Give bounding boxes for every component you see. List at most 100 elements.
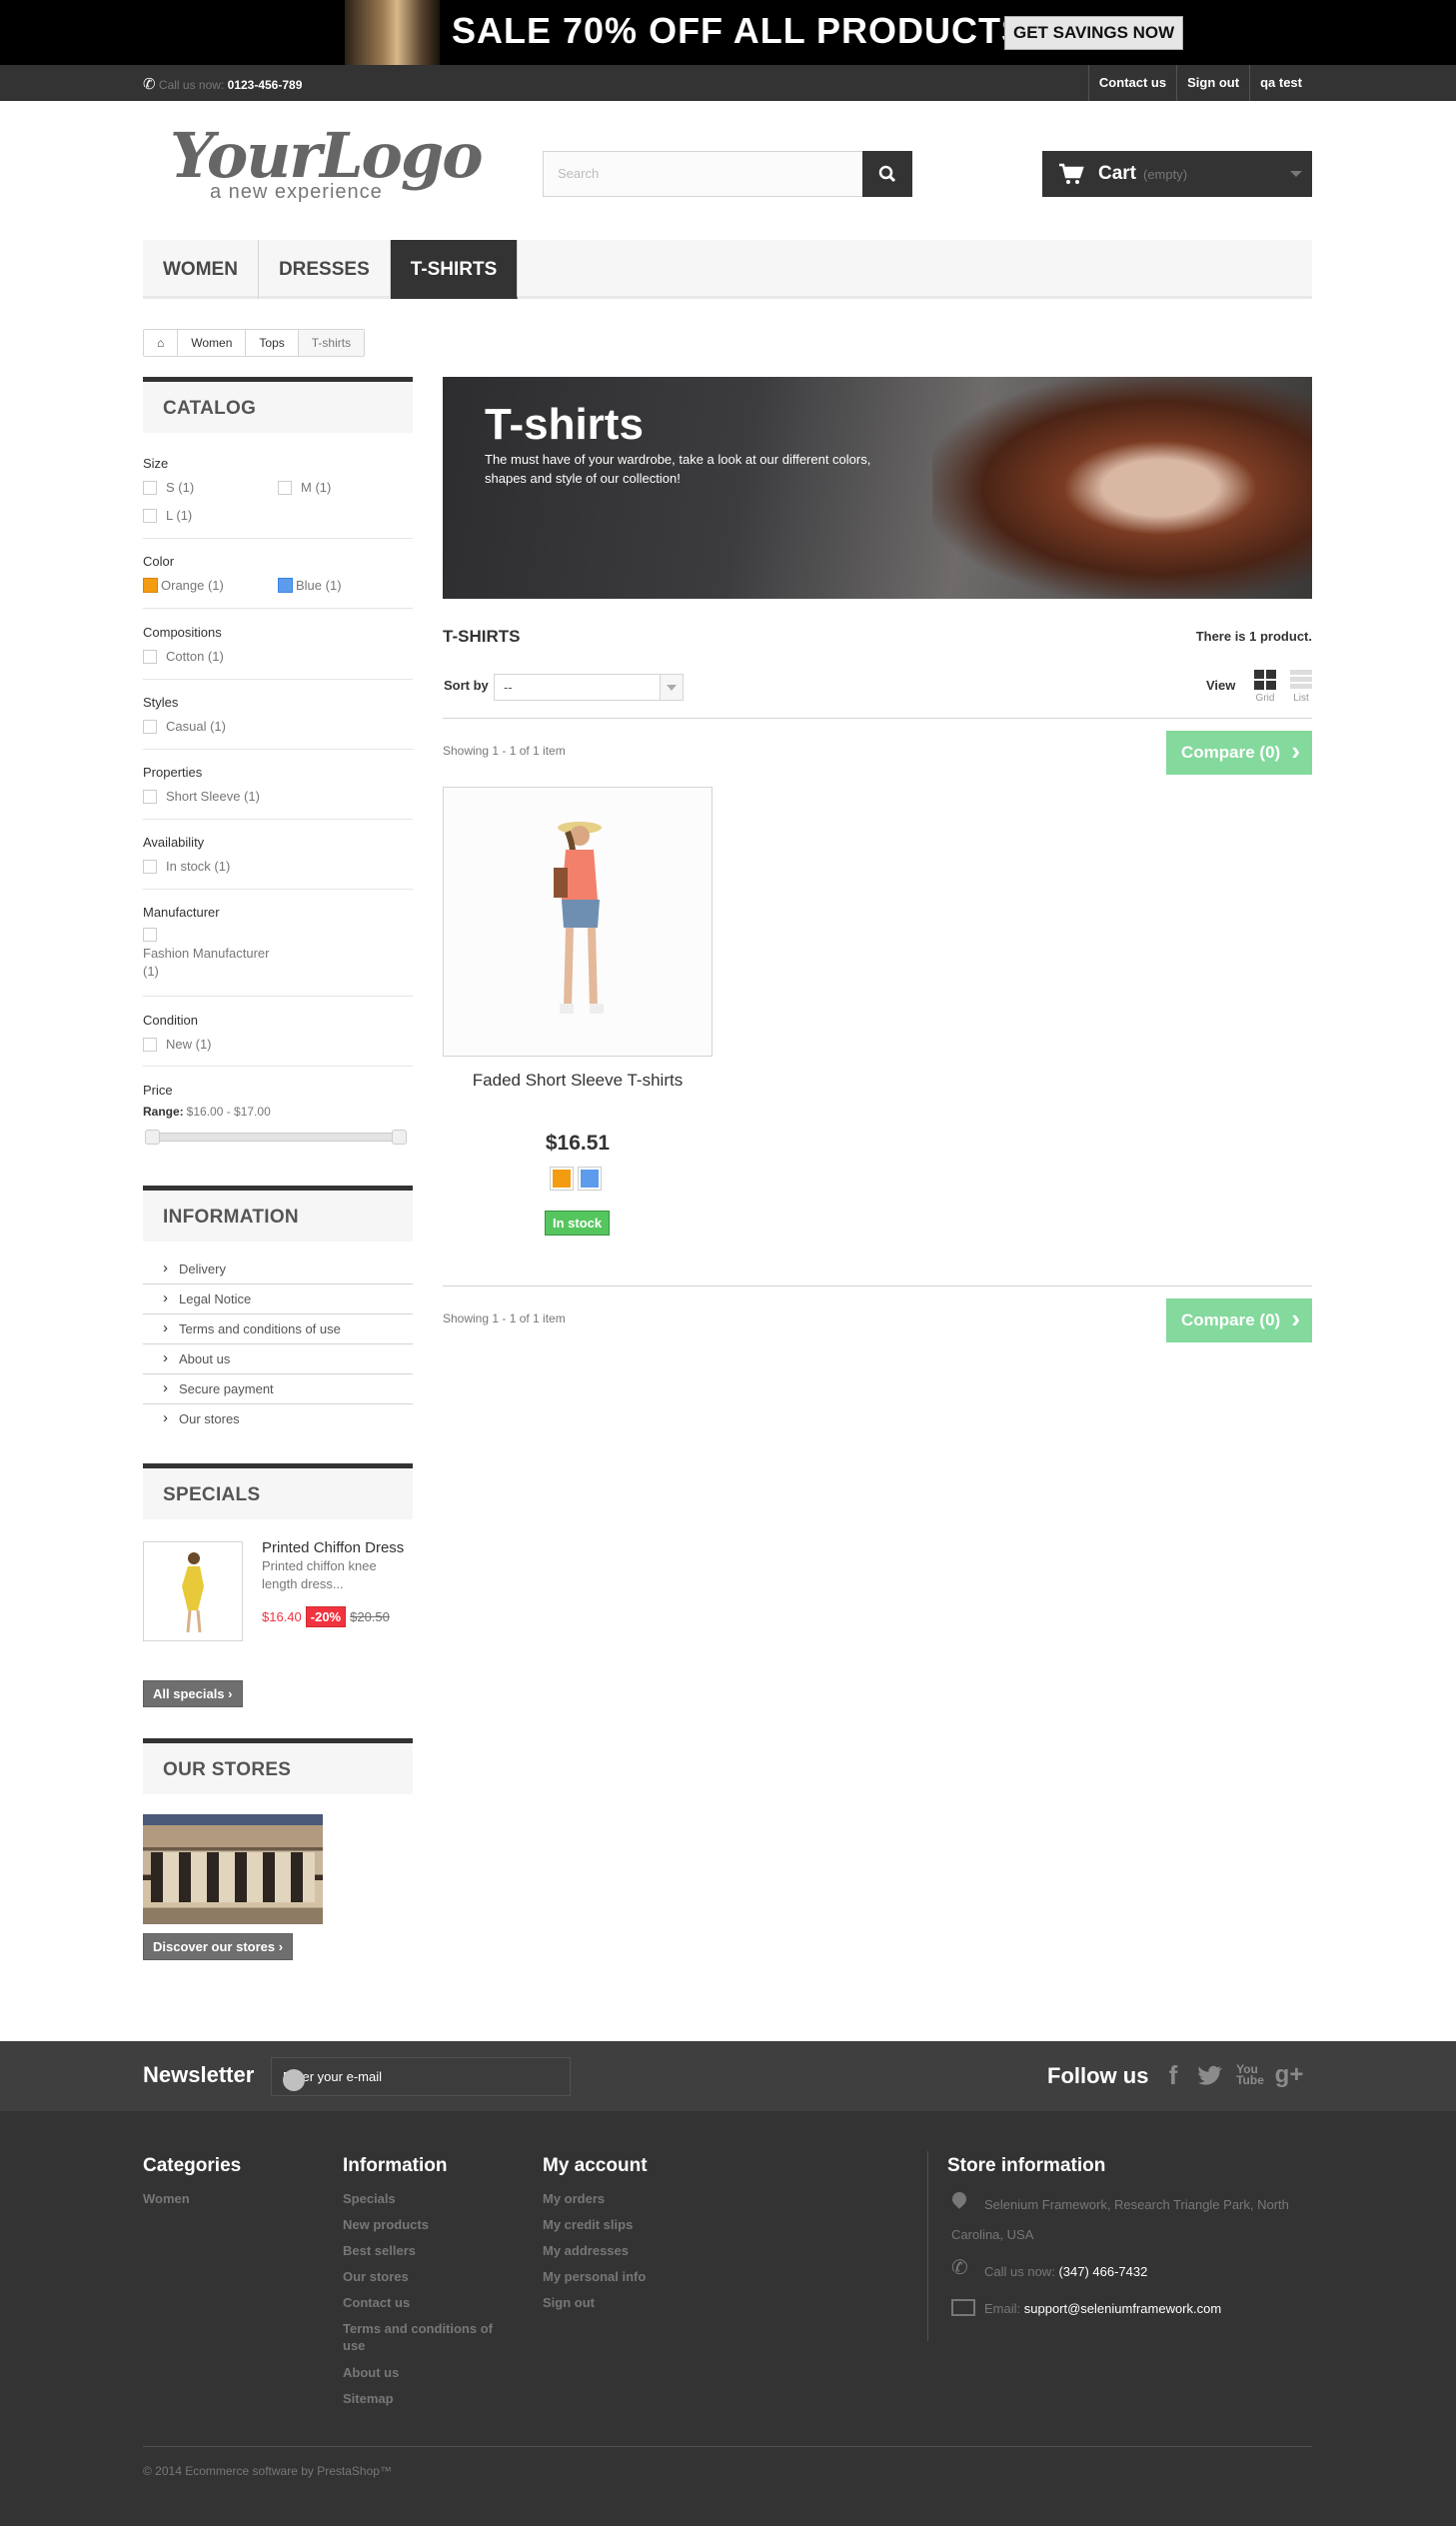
- twitter-icon[interactable]: [1196, 2060, 1224, 2090]
- blue-swatch[interactable]: [278, 578, 293, 593]
- footer-link-about[interactable]: About us: [343, 2364, 399, 2381]
- filter-fashion-manufacturer[interactable]: Fashion Manufacturer (1): [143, 928, 283, 981]
- get-savings-button[interactable]: GET SAVINGS NOW: [1004, 16, 1184, 50]
- filter-size-s[interactable]: S (1): [143, 480, 194, 495]
- list-view-button[interactable]: List: [1287, 670, 1315, 704]
- filter-size-l[interactable]: L (1): [143, 508, 192, 523]
- menu-item-women[interactable]: Women: [143, 240, 259, 299]
- home-icon[interactable]: ⌂: [144, 330, 179, 356]
- footer-link-credit-slips[interactable]: My credit slips: [543, 2216, 633, 2233]
- sign-out-link[interactable]: Sign out: [1176, 65, 1249, 101]
- site-logo[interactable]: YourLogo a new experience: [170, 119, 484, 205]
- menu-item-tshirts[interactable]: T-shirts: [390, 240, 519, 299]
- twitter-bird-shape: [1198, 2065, 1222, 2085]
- footer-link-sign-out[interactable]: Sign out: [543, 2294, 595, 2311]
- compare-button-bottom[interactable]: Compare (0): [1166, 1296, 1312, 1342]
- footer-link-sitemap[interactable]: Sitemap: [343, 2390, 394, 2407]
- sort-select[interactable]: --: [494, 674, 684, 701]
- filter-in-stock[interactable]: In stock (1): [143, 859, 230, 874]
- cart-button[interactable]: Cart (empty): [1042, 151, 1312, 197]
- orange-swatch[interactable]: [143, 578, 158, 593]
- google-plus-icon[interactable]: g+: [1275, 2060, 1304, 2090]
- filter-option-label: Short Sleeve (1): [166, 789, 260, 804]
- stores-image[interactable]: [143, 1814, 323, 1924]
- filter-manufacturer-label: Manufacturer: [143, 905, 220, 920]
- promo-banner[interactable]: SALE 70% OFF ALL PRODUCTS GET SAVINGS NO…: [0, 0, 1456, 65]
- info-link-terms[interactable]: Terms and conditions of use: [143, 1313, 413, 1344]
- store-phone-number: (347) 466-7432: [1058, 2264, 1148, 2279]
- footer-link-terms[interactable]: Terms and conditions of use: [343, 2320, 508, 2354]
- checkbox[interactable]: [143, 928, 157, 942]
- footer-link-orders[interactable]: My orders: [543, 2190, 605, 2207]
- breadcrumb-tops[interactable]: Tops: [246, 330, 299, 356]
- blue-swatch[interactable]: [578, 1167, 602, 1191]
- copyright[interactable]: © 2014 Ecommerce software by PrestaShop™: [143, 2464, 392, 2478]
- footer-link-addresses[interactable]: My addresses: [543, 2242, 629, 2259]
- filter-option-label: Orange (1): [161, 578, 224, 593]
- discover-stores-button[interactable]: Discover our stores ›: [143, 1933, 294, 1960]
- chevron-right-icon: ›: [228, 1686, 233, 1701]
- checkbox[interactable]: [143, 1037, 157, 1052]
- info-link-legal[interactable]: Legal Notice: [143, 1283, 413, 1314]
- breadcrumb-women[interactable]: Women: [178, 330, 247, 356]
- footer-link-personal-info[interactable]: My personal info: [543, 2268, 646, 2285]
- search-button[interactable]: [862, 151, 912, 197]
- filter-color-blue[interactable]: Blue (1): [278, 578, 342, 593]
- facebook-icon[interactable]: f: [1159, 2060, 1187, 2090]
- checkbox[interactable]: [143, 789, 157, 804]
- discover-stores-label: Discover our stores: [153, 1939, 276, 1954]
- stores-title: Our stores: [143, 1738, 413, 1794]
- footer-link-women[interactable]: Women: [143, 2190, 190, 2207]
- info-link-payment[interactable]: Secure payment: [143, 1373, 413, 1404]
- store-email-address[interactable]: support@seleniumframework.com: [1024, 2301, 1221, 2316]
- slider-handle-max[interactable]: [392, 1130, 407, 1145]
- footer-account-title: My account: [543, 2155, 648, 2176]
- info-link-about[interactable]: About us: [143, 1343, 413, 1374]
- search-input[interactable]: Search: [543, 151, 912, 197]
- filter-new[interactable]: New (1): [143, 1037, 212, 1052]
- account-link[interactable]: qa test: [1249, 65, 1312, 101]
- info-link-delivery[interactable]: Delivery: [143, 1254, 413, 1284]
- menu-item-dresses[interactable]: Dresses: [259, 240, 391, 299]
- phone-icon: ✆: [143, 76, 156, 93]
- phone-icon: ✆: [951, 2257, 968, 2279]
- price-slider[interactable]: [145, 1130, 407, 1145]
- checkbox[interactable]: [143, 649, 157, 664]
- filter-color-orange[interactable]: Orange (1): [143, 578, 224, 593]
- checkbox[interactable]: [143, 719, 157, 734]
- footer-link-new-products[interactable]: New products: [343, 2216, 429, 2233]
- grid-view-button[interactable]: Grid: [1251, 670, 1279, 704]
- chevron-down-icon: [660, 675, 683, 700]
- product-image[interactable]: [443, 787, 713, 1057]
- cart-label: Cart: [1098, 163, 1137, 184]
- checkbox[interactable]: [278, 480, 292, 495]
- filter-casual[interactable]: Casual (1): [143, 719, 226, 734]
- footer-link-specials[interactable]: Specials: [343, 2190, 396, 2207]
- youtube-icon[interactable]: You Tube: [1236, 2060, 1264, 2090]
- info-link-stores[interactable]: Our stores: [143, 1403, 413, 1434]
- footer-link-contact[interactable]: Contact us: [343, 2294, 410, 2311]
- filter-cotton[interactable]: Cotton (1): [143, 649, 224, 664]
- compare-button-top[interactable]: Compare (0): [1166, 729, 1312, 775]
- slider-handle-min[interactable]: [145, 1130, 160, 1145]
- contact-us-link[interactable]: Contact us: [1087, 65, 1176, 101]
- filter-size-m[interactable]: M (1): [278, 480, 331, 495]
- specials-product-name[interactable]: Printed Chiffon Dress: [262, 1539, 404, 1556]
- checkbox[interactable]: [143, 480, 157, 495]
- orange-swatch[interactable]: [550, 1167, 574, 1191]
- list-label: List: [1293, 693, 1309, 704]
- filter-short-sleeve[interactable]: Short Sleeve (1): [143, 789, 260, 804]
- specials-product-image[interactable]: [143, 1541, 243, 1641]
- category-description: The must have of your wardrobe, take a l…: [485, 452, 871, 486]
- product-name[interactable]: Faded Short Sleeve T-shirts: [443, 1071, 713, 1091]
- specials-price-row: $16.40 -20% $20.50: [262, 1606, 390, 1627]
- footer-link-best-sellers[interactable]: Best sellers: [343, 2242, 416, 2259]
- subscribe-arrow-icon[interactable]: [283, 2069, 305, 2091]
- checkbox[interactable]: [143, 859, 157, 874]
- footer-link-our-stores[interactable]: Our stores: [343, 2268, 409, 2285]
- all-specials-button[interactable]: All specials ›: [143, 1680, 243, 1707]
- newsletter-email-input[interactable]: Enter your e-mail: [271, 2057, 571, 2096]
- search-icon: [878, 165, 896, 183]
- call-us: ✆ Call us now: 0123-456-789: [143, 75, 302, 93]
- checkbox[interactable]: [143, 508, 157, 523]
